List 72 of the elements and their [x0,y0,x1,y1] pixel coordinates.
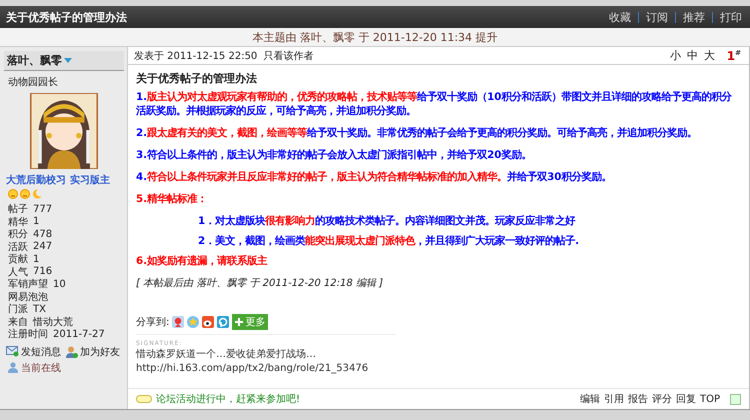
stat-label: 来自 [8,316,28,328]
stat-value: 10 [53,278,66,290]
thread-action-link[interactable]: 推荐 [683,10,705,24]
thread-action-link[interactable]: 打印 [720,10,742,24]
person-add-icon [66,346,78,358]
moon-icon [32,189,42,199]
stat-label: 人气 [8,266,28,279]
select-checkbox[interactable] [730,394,741,404]
post-paragraph: 4.符合以上条件玩家并且反应非常好的帖子，版主认为符合精华帖标准的加入精华。并给予双30积分奖励。 [136,170,612,184]
only-author-link[interactable]: 只看该作者 [263,48,314,62]
post-title: 关于优秀帖子的管理办法 [136,71,258,86]
stat-value: 247 [33,241,52,252]
stat-label: 网易泡泡 [8,290,48,304]
stat-label: 军销声望 [8,278,48,292]
stat-value: 2011-7-27 [53,328,105,340]
star-icon[interactable] [187,316,200,328]
envelope-icon [6,346,19,357]
post-paragraph: 2．美文，截图，绘画类能突出展现太虚门派特色，并且得到广大玩家一致好评的帖子. [197,234,580,248]
post-date: 发表于 2011-12-15 22:50 [134,50,258,62]
stat-value: 777 [33,204,52,215]
stat-label: 贡献 [8,252,28,266]
post-paragraph: 6.如奖励有遗漏，请联系版主 [136,254,268,268]
post-action-link[interactable]: 报告 [628,392,648,406]
author-name-tab[interactable]: 落叶、飘零 [4,51,124,71]
plus-icon [235,318,244,326]
stat-value: 惜动大荒 [33,316,73,328]
stat-label: 积分 [8,228,28,242]
stat-value: TX [33,304,46,315]
share-icon[interactable] [172,316,184,328]
user-group-link[interactable]: 大荒后勤校习 [6,173,66,187]
thread-title: 关于优秀帖子的管理办法 [6,10,127,24]
stat-label: 帖子 [8,202,28,216]
stat-value: 716 [33,266,52,278]
floor-number: 1$^{#}$ [726,48,741,62]
signature-line: 惜动森罗妖道一个…爱收徒弟爱打战场… [136,348,317,362]
thread-action-link[interactable]: 订阅 [646,10,668,24]
font-size-link[interactable]: 小 [670,48,681,63]
person-icon [8,362,19,373]
post-action-link[interactable]: 评分 [652,392,672,406]
post-action-link[interactable]: 引用 [604,392,624,406]
ad-badge-icon [136,395,152,403]
post-paragraph: 2.跟太虚有关的美文，截图，绘画等等给予双十奖励。非常优秀的帖子会给予更高的积分奖励。可给予高亮，并追加积分奖励。 [136,126,698,140]
post-paragraph: 5.精华帖标准： [136,192,208,206]
post-action-link[interactable]: TOP [700,394,720,404]
author-action-link[interactable]: 加为好友 [66,344,120,358]
post-paragraph: 1．对太虚版块很有影响力的攻略技术类帖子。内容详细图文并茂。玩家反应非常之好 [197,214,576,228]
post-action-link[interactable]: 回复 [676,392,696,406]
post-paragraph: 3.符合以上条件的，版主认为非常好的帖子会放入太虚门派指引帖中，并给予双20奖励。 [136,148,532,162]
online-status[interactable]: 当前在线 [8,360,61,374]
user-group-link[interactable]: 实习版主 [70,173,110,187]
smiley-icon [8,189,18,199]
font-size-link[interactable]: 大 [704,48,715,63]
signature-line: http://hi.163.com/app/tx2/bang/role/21_53476 [136,362,370,376]
ad-link[interactable]: 论坛活动进行中，赶紧来参加吧! [156,392,300,406]
font-size-link[interactable]: 中 [686,48,698,63]
stat-label: 精华 [8,216,28,229]
share-label: 分享到: [136,316,170,329]
author-action-link[interactable]: 发短消息 [6,344,61,358]
stat-label: 活跃 [8,240,28,254]
smiley-icon [20,189,30,199]
stat-value: 1 [33,216,40,228]
post-paragraph: 1.版主认为对太虚观玩家有帮助的，优秀的攻略帖，技术贴等等给予双十奖励（10积分和活跃）带图文并且详细的攻略给予更高的积分活跃奖励。并根据玩家的反应，可给予高亮，并追加积分奖励。 [136,90,733,118]
dropdown-icon [64,58,72,63]
stat-label: 注册时间 [8,328,48,342]
author-rank: 动物园园长 [8,76,59,89]
post-action-link[interactable]: 编辑 [580,392,600,406]
stat-value: 1 [33,254,40,265]
thread-action-link[interactable]: 收藏 [609,10,631,24]
promoted-notice: 本主题由 落叶、飘零 于 2011-12-20 11:34 提升 [252,30,498,44]
edit-note: [ 本帖最后由 落叶、飘零 于 2011-12-20 12:18 编辑 ] [136,276,384,290]
stat-value: 478 [33,228,52,240]
stat-label: 门派 [8,302,28,316]
